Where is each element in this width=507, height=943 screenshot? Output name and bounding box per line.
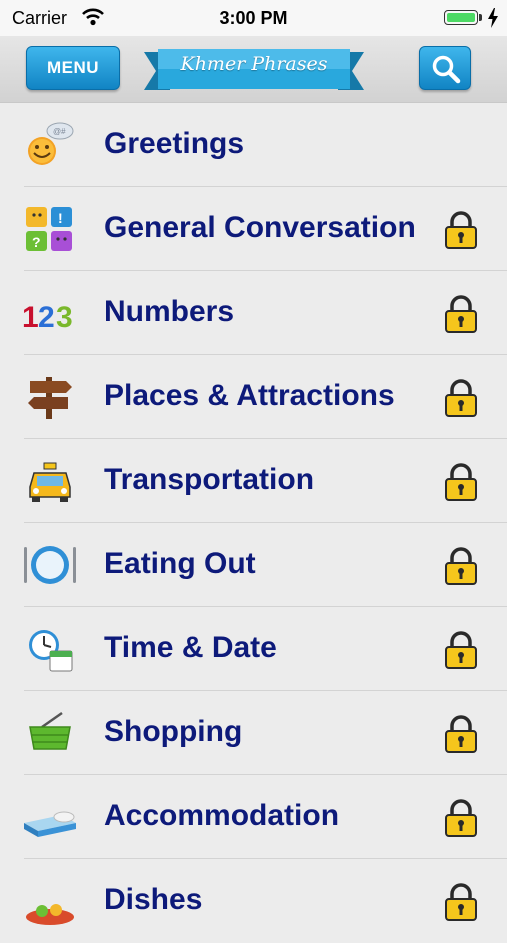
app-title: Khmer Phrases bbox=[180, 53, 328, 75]
category-label: Greetings bbox=[104, 127, 245, 160]
lock-icon bbox=[445, 799, 477, 837]
category-list: @# Greetings ! ? General Conversation 1 … bbox=[0, 103, 507, 943]
list-item-transportation[interactable]: Transportation bbox=[0, 439, 507, 523]
dish-icon bbox=[26, 904, 74, 925]
category-label: Shopping bbox=[104, 715, 243, 748]
svg-text:!: ! bbox=[58, 210, 63, 226]
signpost-icon bbox=[28, 377, 72, 419]
list-item-time-date[interactable]: Time & Date bbox=[0, 607, 507, 691]
list-item-eating-out[interactable]: Eating Out bbox=[0, 523, 507, 607]
category-label: Numbers bbox=[104, 295, 235, 328]
svg-text:2: 2 bbox=[38, 301, 55, 334]
status-bar: Carrier 3:00 PM bbox=[0, 0, 507, 36]
numbers-123-icon: 1 2 3 bbox=[22, 301, 73, 334]
search-icon bbox=[432, 55, 461, 84]
smiley-speech-icon: @# bbox=[28, 122, 74, 165]
battery-icon bbox=[444, 10, 478, 25]
category-label: General Conversation bbox=[104, 211, 416, 244]
lock-icon bbox=[445, 295, 477, 333]
category-label: Dishes bbox=[104, 883, 203, 916]
svg-text:1: 1 bbox=[22, 301, 39, 334]
svg-text:@#: @# bbox=[53, 127, 66, 136]
svg-text:3: 3 bbox=[56, 301, 73, 334]
menu-button[interactable]: MENU bbox=[26, 46, 120, 90]
list-item-shopping[interactable]: Shopping bbox=[0, 691, 507, 775]
list-item-numbers[interactable]: 1 2 3 Numbers bbox=[0, 271, 507, 355]
plate-cutlery-icon bbox=[24, 546, 76, 584]
svg-text:?: ? bbox=[32, 234, 41, 250]
category-label: Time & Date bbox=[104, 631, 277, 664]
lock-icon bbox=[445, 379, 477, 417]
category-label: Places & Attractions bbox=[104, 379, 395, 412]
list-item-dishes[interactable]: Dishes bbox=[0, 859, 507, 943]
clock-calendar-icon bbox=[29, 630, 73, 672]
colorful-blocks-icon: ! ? bbox=[26, 207, 72, 251]
list-item-general-conversation[interactable]: ! ? General Conversation bbox=[0, 187, 507, 271]
clock-time: 3:00 PM bbox=[219, 8, 288, 28]
charging-bolt-icon bbox=[488, 8, 498, 28]
lock-icon bbox=[445, 631, 477, 669]
lock-icon bbox=[445, 715, 477, 753]
nav-bar: MENU Khmer Phrases bbox=[0, 36, 507, 103]
category-label: Accommodation bbox=[104, 799, 340, 832]
battery-tip bbox=[479, 14, 482, 21]
lock-icon bbox=[445, 463, 477, 501]
lock-icon bbox=[445, 211, 477, 249]
lock-icon bbox=[445, 883, 477, 921]
taxi-icon bbox=[29, 462, 71, 502]
search-button[interactable] bbox=[419, 46, 471, 90]
shopping-basket-icon bbox=[29, 711, 71, 750]
list-item-places-attractions[interactable]: Places & Attractions bbox=[0, 355, 507, 439]
category-label: Eating Out bbox=[104, 547, 256, 580]
list-item-greetings[interactable]: @# Greetings bbox=[0, 103, 507, 187]
list-item-accommodation[interactable]: Accommodation bbox=[0, 775, 507, 859]
bed-icon bbox=[24, 811, 76, 837]
category-label: Transportation bbox=[104, 463, 315, 496]
lock-icon bbox=[445, 547, 477, 585]
